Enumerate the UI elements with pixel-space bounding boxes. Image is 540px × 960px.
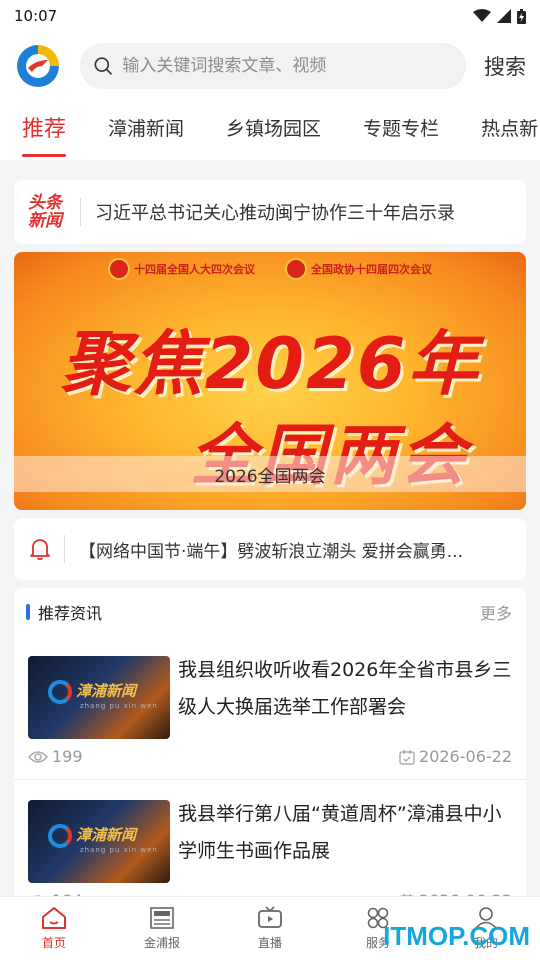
status-time: 10:07 bbox=[14, 7, 58, 25]
divider bbox=[80, 198, 81, 226]
search-input[interactable] bbox=[122, 56, 452, 76]
notice-text: 【网络中国节·端午】劈波斩浪立潮头 爱拼会赢勇... bbox=[79, 541, 464, 562]
status-bar: 10:07 bbox=[0, 0, 540, 32]
tab-zhangpu-news[interactable]: 漳浦新闻 bbox=[108, 114, 184, 155]
section-header: 推荐资讯 更多 bbox=[14, 588, 526, 636]
banner-title-line1: 聚焦2026年 bbox=[60, 323, 480, 405]
search-button[interactable]: 搜索 bbox=[484, 51, 526, 81]
more-link[interactable]: 更多 bbox=[480, 600, 512, 624]
nav-live[interactable]: 直播 bbox=[216, 897, 324, 960]
tv-icon bbox=[258, 906, 282, 928]
tab-recommend[interactable]: 推荐 bbox=[22, 111, 67, 157]
banner-caption: 2026全国两会 bbox=[14, 456, 526, 492]
publish-date: 2026-06-22 bbox=[399, 747, 512, 766]
search-icon bbox=[94, 57, 113, 75]
status-icons bbox=[473, 8, 526, 24]
battery-icon bbox=[517, 8, 526, 24]
wifi-icon bbox=[473, 9, 491, 22]
tab-towns[interactable]: 乡镇场园区 bbox=[226, 114, 321, 155]
news-item[interactable]: 漳浦新闻 zhang pu xin wen 我县组织收听收看2026年全省市县乡… bbox=[14, 636, 526, 780]
channel-logo-icon bbox=[48, 680, 72, 704]
newspaper-icon bbox=[150, 907, 174, 929]
nav-home[interactable]: 首页 bbox=[0, 897, 108, 960]
news-thumbnail: 漳浦新闻 zhang pu xin wen bbox=[28, 656, 170, 739]
signal-icon bbox=[497, 9, 511, 23]
news-title: 我县举行第八届“黄道周杯”漳浦县中小学师生书画作品展 bbox=[178, 803, 502, 862]
eye-icon bbox=[28, 750, 48, 763]
headline-text: 习近平总书记关心推动闽宁协作三十年启示录 bbox=[95, 203, 455, 224]
headline-badge: 头条 新闻 bbox=[28, 193, 62, 231]
tab-topics[interactable]: 专题专栏 bbox=[363, 114, 439, 155]
tab-hot[interactable]: 热点新 bbox=[481, 114, 538, 155]
view-count: 199 bbox=[28, 747, 83, 766]
headline-news[interactable]: 头条 新闻 习近平总书记关心推动闽宁协作三十年启示录 bbox=[14, 180, 526, 244]
category-tabs: 推荐 漳浦新闻 乡镇场园区 专题专栏 热点新 bbox=[0, 100, 540, 160]
search-box[interactable] bbox=[80, 43, 466, 89]
news-title: 我县组织收听收看2026年全省市县乡三级人大换届选举工作部署会 bbox=[178, 659, 512, 718]
cppcc-emblem-icon bbox=[285, 258, 307, 280]
channel-logo-icon bbox=[48, 824, 72, 848]
calendar-icon bbox=[399, 749, 415, 765]
search-header: 搜索 bbox=[0, 32, 540, 100]
banner-carousel[interactable]: 十四届全国人大四次会议 全国政协十四届四次会议 聚焦2026年 全国两会 202… bbox=[14, 252, 526, 510]
bell-icon bbox=[30, 539, 50, 560]
home-icon bbox=[42, 907, 66, 929]
watermark: ITMOP.COM bbox=[383, 921, 530, 951]
nav-newspaper[interactable]: 金浦报 bbox=[108, 897, 216, 960]
notice-bar[interactable]: 【网络中国节·端午】劈波斩浪立潮头 爱拼会赢勇... bbox=[14, 518, 526, 580]
app-logo bbox=[16, 44, 60, 88]
section-title: 推荐资讯 bbox=[26, 600, 102, 624]
divider bbox=[64, 535, 65, 563]
banner-top-labels: 十四届全国人大四次会议 全国政协十四届四次会议 bbox=[14, 258, 526, 280]
recommend-section: 推荐资讯 更多 漳浦新闻 zhang pu xin wen 我县组织收听收看20… bbox=[14, 588, 526, 924]
news-thumbnail: 漳浦新闻 zhang pu xin wen bbox=[28, 800, 170, 883]
national-emblem-icon bbox=[108, 258, 130, 280]
